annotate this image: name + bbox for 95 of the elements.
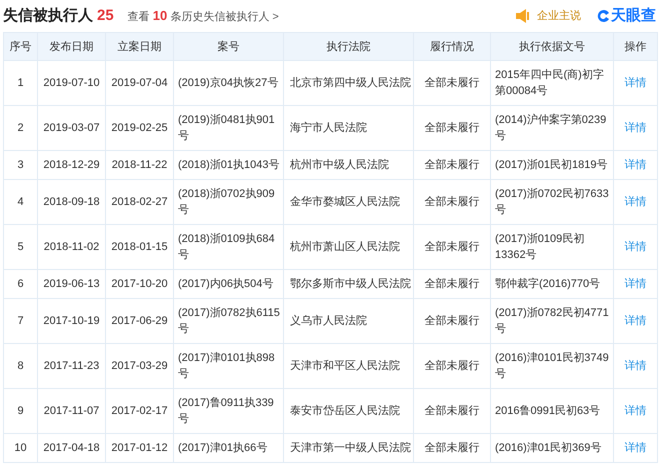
- table-cell: 2017-06-29: [106, 298, 174, 344]
- table-cell: 2018-09-18: [38, 180, 106, 224]
- table-cell: 2017-02-17: [106, 388, 174, 434]
- brand-logo: 天眼查: [611, 6, 656, 26]
- table-cell: 2019-06-13: [38, 270, 106, 298]
- table-cell: 全部未履行: [414, 224, 490, 270]
- details-link[interactable]: 详情: [614, 150, 658, 180]
- table-cell: 2017-11-07: [38, 388, 106, 434]
- table-cell: (2014)沪仲案字第0239号: [490, 106, 614, 150]
- table-cell: 天津市和平区人民法院: [284, 344, 414, 388]
- table-cell: (2017)津01执66号: [174, 434, 284, 462]
- table-cell: 2015年四中民(商)初字第00084号: [490, 60, 614, 106]
- record-count: 25: [97, 6, 114, 26]
- table-cell: 全部未履行: [414, 298, 490, 344]
- table-cell: 7: [4, 298, 38, 344]
- table-cell: 6: [4, 270, 38, 298]
- column-header: 履行情况: [414, 32, 490, 60]
- table-cell: (2017)浙0782执6115号: [174, 298, 284, 344]
- table-cell: 2018-11-02: [38, 224, 106, 270]
- table-cell: 海宁市人民法院: [284, 106, 414, 150]
- table-cell: (2017)浙0109民初13362号: [490, 224, 614, 270]
- table-cell: 2017-11-23: [38, 344, 106, 388]
- table-cell: (2019)京04执恢27号: [174, 60, 284, 106]
- details-link[interactable]: 详情: [614, 180, 658, 224]
- history-link[interactable]: 查看 10 条历史失信被执行人 >: [128, 6, 279, 26]
- table-cell: 2017-10-20: [106, 270, 174, 298]
- column-header: 发布日期: [38, 32, 106, 60]
- details-link[interactable]: 详情: [614, 224, 658, 270]
- table-cell: 8: [4, 344, 38, 388]
- speaker-icon: [515, 9, 531, 23]
- table-cell: (2016)津01民初369号: [490, 434, 614, 462]
- table-cell: (2019)浙0481执901号: [174, 106, 284, 150]
- details-link[interactable]: 详情: [614, 344, 658, 388]
- table-cell: (2018)浙01执1043号: [174, 150, 284, 180]
- table-cell: 义乌市人民法院: [284, 298, 414, 344]
- table-cell: 2016鲁0991民初63号: [490, 388, 614, 434]
- table-cell: 泰安市岱岳区人民法院: [284, 388, 414, 434]
- table-cell: 2019-03-07: [38, 106, 106, 150]
- table-cell: 2017-01-12: [106, 434, 174, 462]
- table-cell: 2018-01-15: [106, 224, 174, 270]
- table-cell: 金华市婺城区人民法院: [284, 180, 414, 224]
- table-cell: (2017)津0101执898号: [174, 344, 284, 388]
- table-cell: 天津市第一中级人民法院: [284, 434, 414, 462]
- table-cell: 3: [4, 150, 38, 180]
- table-cell: 全部未履行: [414, 60, 490, 106]
- details-link[interactable]: 详情: [614, 298, 658, 344]
- table-cell: (2017)浙01民初1819号: [490, 150, 614, 180]
- table-cell: 全部未履行: [414, 270, 490, 298]
- table-cell: (2018)浙0702执909号: [174, 180, 284, 224]
- table-cell: 全部未履行: [414, 106, 490, 150]
- table-cell: 2018-02-27: [106, 180, 174, 224]
- column-header: 执行依据文号: [490, 32, 614, 60]
- table-cell: 4: [4, 180, 38, 224]
- table-cell: 全部未履行: [414, 388, 490, 434]
- table-cell: 5: [4, 224, 38, 270]
- table-cell: 2018-12-29: [38, 150, 106, 180]
- claim-link[interactable]: 企业主说: [537, 8, 581, 24]
- table-cell: 2017-10-19: [38, 298, 106, 344]
- table-cell: 2018-11-22: [106, 150, 174, 180]
- section-title: 失信被执行人: [3, 6, 93, 26]
- table-cell: 2: [4, 106, 38, 150]
- details-link[interactable]: 详情: [614, 106, 658, 150]
- logo-icon: [597, 9, 611, 23]
- column-header: 序号: [4, 32, 38, 60]
- details-link[interactable]: 详情: [614, 388, 658, 434]
- column-header: 立案日期: [106, 32, 174, 60]
- table-cell: (2017)鲁0911执339号: [174, 388, 284, 434]
- table-cell: 2017-04-18: [38, 434, 106, 462]
- table-cell: (2017)浙0702民初7633号: [490, 180, 614, 224]
- details-link[interactable]: 详情: [614, 434, 658, 462]
- table-cell: 鄂尔多斯市中级人民法院: [284, 270, 414, 298]
- table-cell: 全部未履行: [414, 344, 490, 388]
- table-cell: 鄂仲裁字(2016)770号: [490, 270, 614, 298]
- table-cell: (2018)浙0109执684号: [174, 224, 284, 270]
- table-cell: 10: [4, 434, 38, 462]
- column-header: 操作: [614, 32, 658, 60]
- table-cell: (2017)浙0782民初4771号: [490, 298, 614, 344]
- details-link[interactable]: 详情: [614, 60, 658, 106]
- table-cell: 全部未履行: [414, 150, 490, 180]
- table-cell: 2019-07-04: [106, 60, 174, 106]
- table-cell: 9: [4, 388, 38, 434]
- details-link[interactable]: 详情: [614, 270, 658, 298]
- table-cell: 1: [4, 60, 38, 106]
- table-cell: 2019-02-25: [106, 106, 174, 150]
- table-cell: (2017)内06执504号: [174, 270, 284, 298]
- table-cell: (2016)津0101民初3749号: [490, 344, 614, 388]
- table-cell: 北京市第四中级人民法院: [284, 60, 414, 106]
- table-cell: 2019-07-10: [38, 60, 106, 106]
- table-cell: 全部未履行: [414, 180, 490, 224]
- column-header: 执行法院: [284, 32, 414, 60]
- table-cell: 杭州市中级人民法院: [284, 150, 414, 180]
- table-cell: 全部未履行: [414, 434, 490, 462]
- column-header: 案号: [174, 32, 284, 60]
- table-cell: 杭州市萧山区人民法院: [284, 224, 414, 270]
- table-cell: 2017-03-29: [106, 344, 174, 388]
